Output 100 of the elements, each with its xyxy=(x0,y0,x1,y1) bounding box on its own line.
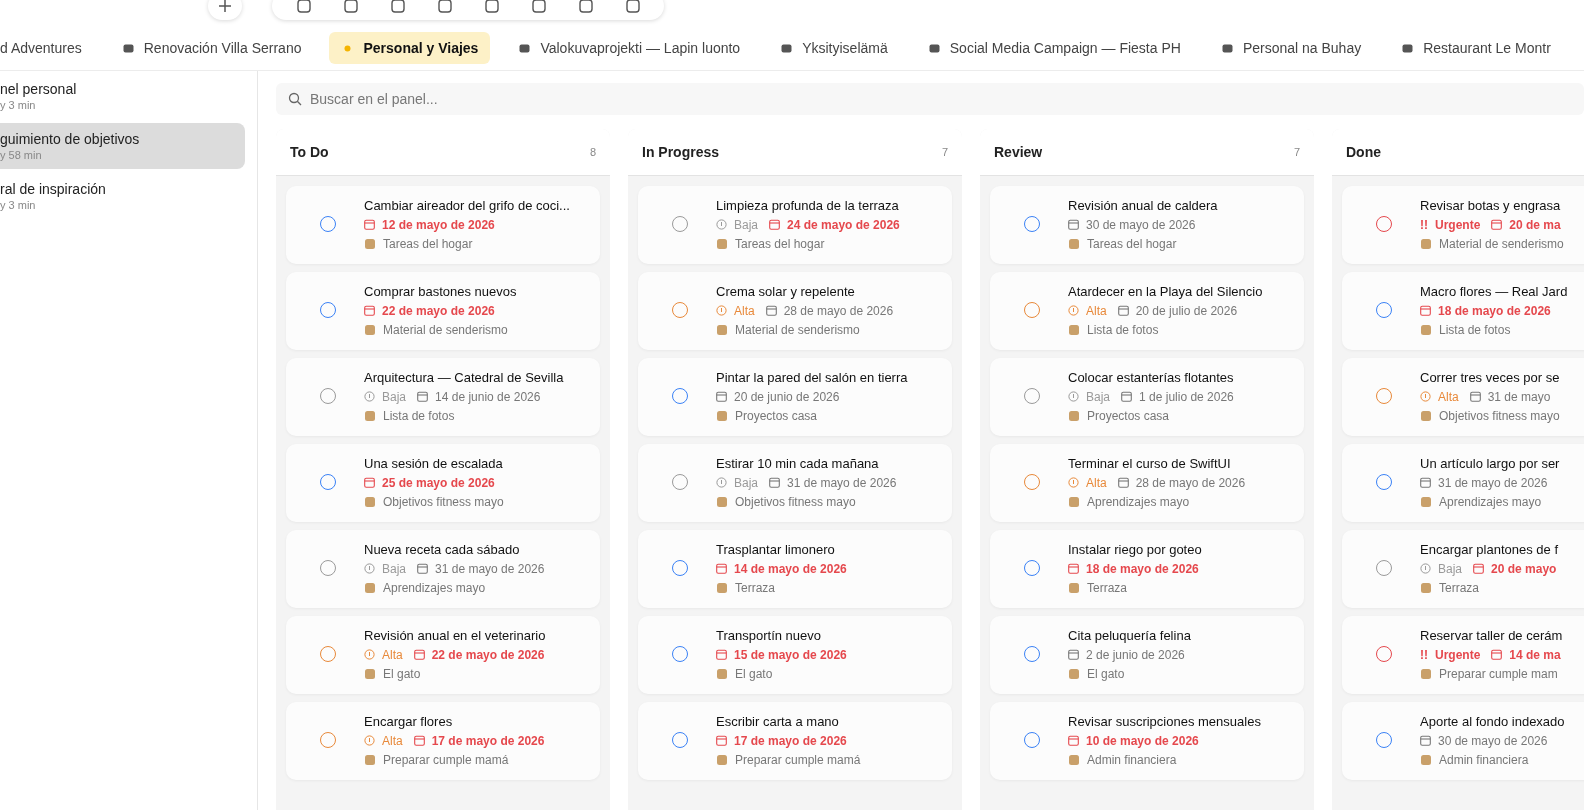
due-date: 31 de mayo de 2026 xyxy=(435,561,545,576)
calendar-icon xyxy=(364,219,375,230)
list-name: Material de senderismo xyxy=(1439,236,1564,251)
task-title: Transportín nuevo xyxy=(716,627,823,643)
task-card[interactable]: Colocar estanterías flotantes Baja 1 de julio de 2026 Proyectos casa xyxy=(990,358,1304,436)
due-date: 15 de mayo de 2026 xyxy=(734,647,847,662)
sidebar-item[interactable]: guimiento de objetivos y 58 min xyxy=(0,123,245,169)
task-card[interactable]: Encargar plantones de f Baja 20 de mayo Terraza xyxy=(1342,530,1584,608)
list-icon xyxy=(1068,409,1080,422)
task-title: Encargar plantones de f xyxy=(1420,541,1559,557)
priority-label: Alta xyxy=(1438,389,1459,404)
task-card[interactable]: Escribir carta a mano 17 de mayo de 2026 Preparar cumple mamá xyxy=(638,702,952,780)
calendar-icon xyxy=(413,735,425,746)
toolbar-icon[interactable] xyxy=(577,0,594,14)
toolbar-icon[interactable] xyxy=(483,0,500,14)
board-time: y 58 min xyxy=(0,149,43,161)
task-card[interactable]: Limpieza profunda de la terraza Baja 24 de mayo de 2026 Tareas del hogar xyxy=(638,186,952,264)
project-tab[interactable]: Personal na Buhay xyxy=(1208,32,1374,64)
project-tab[interactable]: Personal y Viajes xyxy=(329,32,491,64)
calendar-icon xyxy=(417,391,429,402)
project-tab[interactable]: d Adventures xyxy=(0,32,94,64)
task-card[interactable]: Encargar flores Alta 17 de mayo de 2026 Preparar cumple mamá xyxy=(286,702,600,780)
task-card[interactable]: Un artículo largo por ser 31 de mayo de 2026 Aprendizajes mayo xyxy=(1342,444,1584,522)
task-card[interactable]: Cambiar aireador del grifo de coci... 12 de mayo de 2026 Tareas del hogar xyxy=(286,186,600,264)
board-time: y 3 min xyxy=(0,99,37,111)
list-name: Material de senderismo xyxy=(735,322,860,337)
list-name: Admin financiera xyxy=(1087,752,1177,767)
calendar-icon xyxy=(716,391,727,402)
toolbar-icon[interactable] xyxy=(389,0,406,14)
board-title: nel personal xyxy=(0,81,78,97)
task-card[interactable]: Revisión anual de caldera 30 de mayo de 2026 Tareas del hogar xyxy=(990,186,1304,264)
project-tab[interactable]: Renovación Villa Serrano xyxy=(109,32,314,64)
task-title: Colocar estanterías flotantes xyxy=(1068,369,1234,385)
task-card[interactable]: Cita peluquería felina 2 de junio de 2026 El gato xyxy=(990,616,1304,694)
task-title: Limpieza profunda de la terraza xyxy=(716,197,900,213)
toolbar-icon[interactable] xyxy=(436,0,453,14)
sidebar-item[interactable]: ral de inspiración y 3 min xyxy=(0,177,245,215)
calendar-icon xyxy=(716,735,727,746)
plus-icon xyxy=(218,0,232,13)
list-icon xyxy=(1068,237,1080,250)
toolbar-icon[interactable] xyxy=(624,0,641,14)
task-title: Revisión anual de caldera xyxy=(1068,197,1218,213)
sidebar-item[interactable]: nel personal y 3 min xyxy=(0,77,245,115)
task-card[interactable]: Revisar suscripciones mensuales 10 de mayo de 2026 Admin financiera xyxy=(990,702,1304,780)
task-title: Atardecer en la Playa del Silencio xyxy=(1068,283,1263,299)
list-icon xyxy=(364,753,376,766)
toolbar-icon[interactable] xyxy=(342,0,359,14)
list-name: Admin financiera xyxy=(1439,752,1529,767)
list-icon xyxy=(1068,667,1080,680)
list-name: Terraza xyxy=(735,580,775,595)
task-card[interactable]: Trasplantar limonero 14 de mayo de 2026 Terraza xyxy=(638,530,952,608)
task-title: Trasplantar limonero xyxy=(716,541,836,557)
task-card[interactable]: Nueva receta cada sábado Baja 31 de mayo de 2026 Aprendizajes mayo xyxy=(286,530,600,608)
task-card[interactable]: Revisar botas y engrasa !! Urgente 20 de ma Material de senderismo xyxy=(1342,186,1584,264)
task-card[interactable]: Aporte al fondo indexado 30 de mayo de 2026 Admin financiera xyxy=(1342,702,1584,780)
task-card[interactable]: Arquitectura — Catedral de Sevilla Baja 14 de junio de 2026 Lista de fotos xyxy=(286,358,600,436)
add-button[interactable] xyxy=(208,0,242,20)
project-tab[interactable]: Social Media Campaign — Fiesta PH xyxy=(915,32,1193,64)
project-tab[interactable]: Yksityiselämä xyxy=(768,32,900,64)
task-card[interactable]: Pintar la pared del salón en tierra 20 de junio de 2026 Proyectos casa xyxy=(638,358,952,436)
task-card[interactable]: Estirar 10 min cada mañana Baja 31 de mayo de 2026 Objetivos fitness mayo xyxy=(638,444,952,522)
calendar-icon xyxy=(364,477,375,488)
task-card[interactable]: Una sesión de escalada 25 de mayo de 2026 Objetivos fitness mayo xyxy=(286,444,600,522)
task-card[interactable]: Correr tres veces por se Alta 31 de mayo Objetivos fitness mayo xyxy=(1342,358,1584,436)
priority-label: Baja xyxy=(734,475,759,490)
priority-icon xyxy=(1420,563,1431,574)
list-icon xyxy=(1068,495,1080,508)
task-card[interactable]: Atardecer en la Playa del Silencio Alta 20 de julio de 2026 Lista de fotos xyxy=(990,272,1304,350)
search-field[interactable]: Buscar en el panel... xyxy=(276,83,1584,115)
list-name: El gato xyxy=(383,666,421,681)
toolbar-icon[interactable] xyxy=(295,0,312,14)
priority-icon xyxy=(716,305,727,316)
task-title: Revisión anual en el veterinario xyxy=(364,627,546,643)
task-card[interactable]: Revisión anual en el veterinario Alta 22 de mayo de 2026 El gato xyxy=(286,616,600,694)
task-card[interactable]: Crema solar y repelente Alta 28 de mayo de 2026 Material de senderismo xyxy=(638,272,952,350)
list-name: Terraza xyxy=(1087,580,1127,595)
column-count: 7 xyxy=(1293,146,1300,158)
calendar-icon xyxy=(417,563,429,574)
due-date: 22 de mayo de 2026 xyxy=(431,647,545,662)
list-icon xyxy=(364,237,376,250)
due-date: 20 de julio de 2026 xyxy=(1135,303,1238,318)
task-title: Aporte al fondo indexado xyxy=(1420,713,1565,729)
list-name: Objetivos fitness mayo xyxy=(383,494,504,509)
task-title: Reservar taller de cerám xyxy=(1420,627,1563,643)
list-icon xyxy=(1068,581,1080,594)
task-card[interactable]: Instalar riego por goteo 18 de mayo de 2026 Terraza xyxy=(990,530,1304,608)
priority-label: Baja xyxy=(382,389,407,404)
task-card[interactable]: Reservar taller de cerám !! Urgente 14 de ma Preparar cumple mam xyxy=(1342,616,1584,694)
calendar-icon xyxy=(413,649,425,660)
task-card[interactable]: Terminar el curso de SwiftUI Alta 28 de mayo de 2026 Aprendizajes mayo xyxy=(990,444,1304,522)
project-tab[interactable]: Valokuvaprojekti — Lapin luonto xyxy=(506,32,753,64)
task-card[interactable]: Macro flores — Real Jard 18 de mayo de 2026 Lista de fotos xyxy=(1342,272,1584,350)
priority-label: Baja xyxy=(1086,389,1111,404)
toolbar-icon[interactable] xyxy=(530,0,547,14)
due-date: 22 de mayo de 2026 xyxy=(382,303,495,318)
project-tab[interactable]: Restaurant Le Montr xyxy=(1389,32,1563,64)
task-card[interactable]: Transportín nuevo 15 de mayo de 2026 El gato xyxy=(638,616,952,694)
calendar-icon xyxy=(1420,305,1431,316)
due-date: 20 de ma xyxy=(1509,217,1561,232)
task-card[interactable]: Comprar bastones nuevos 22 de mayo de 2026 Material de senderismo xyxy=(286,272,600,350)
